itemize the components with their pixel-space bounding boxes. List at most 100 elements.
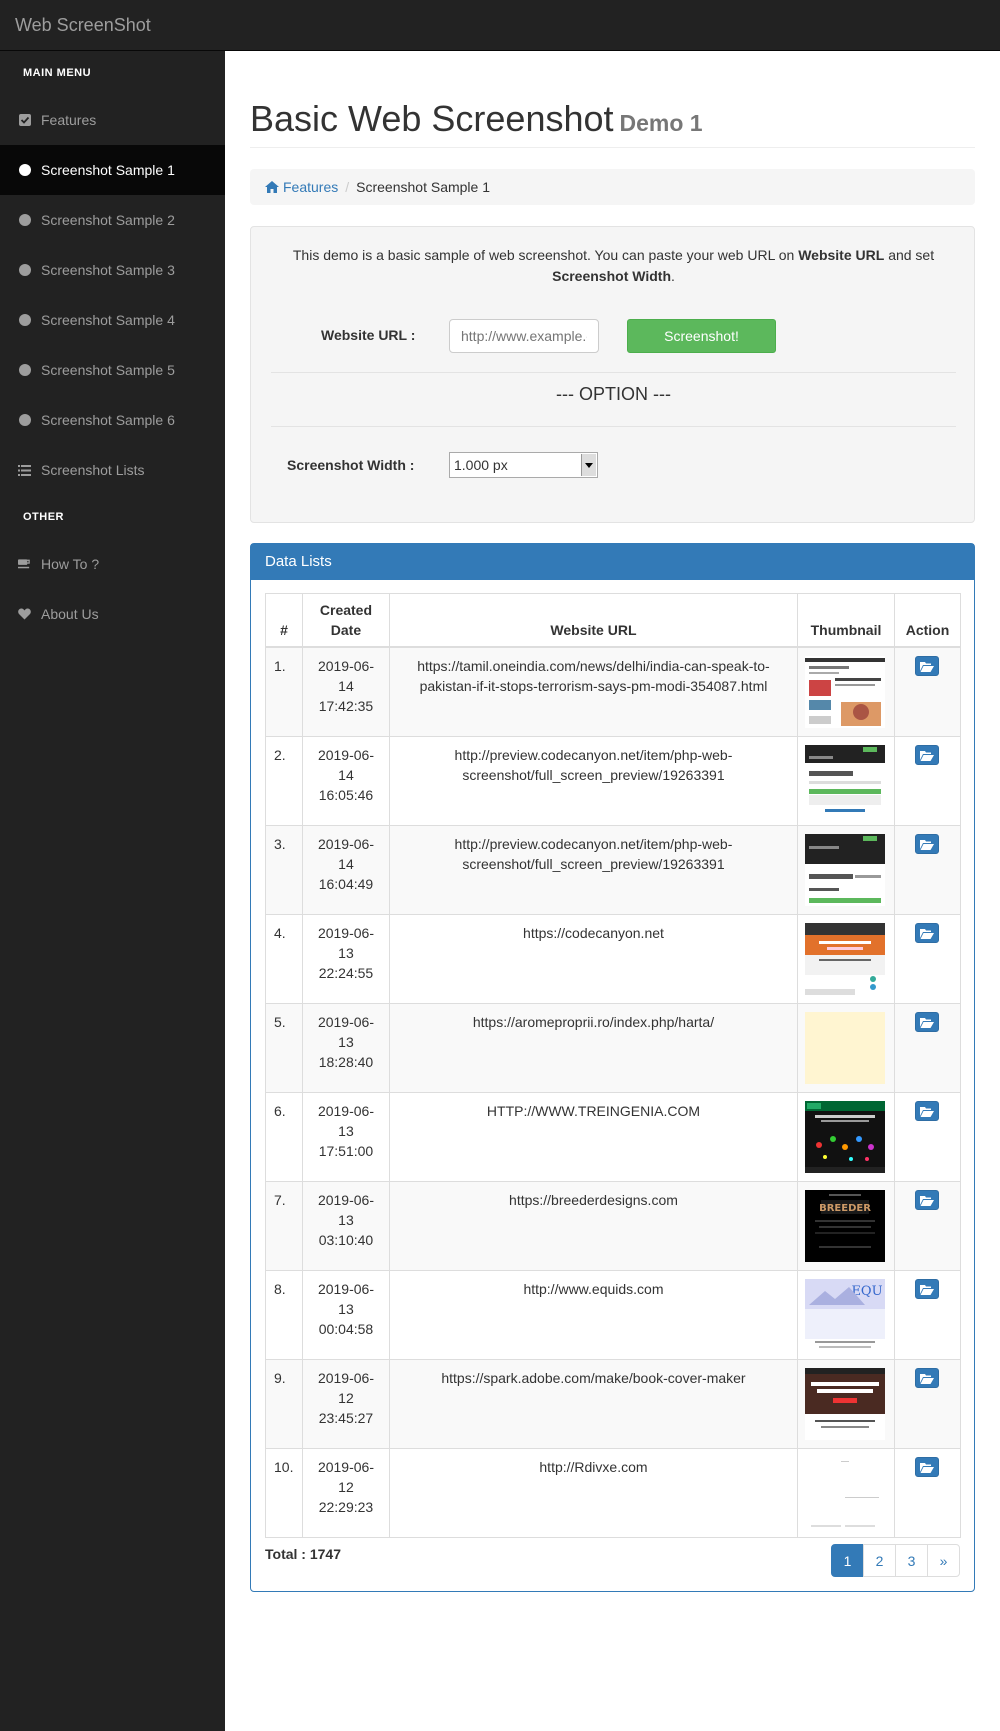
row-number: 8. bbox=[265, 1270, 303, 1360]
pagination-page-1[interactable]: 1 bbox=[831, 1544, 864, 1577]
thumbnail-image[interactable] bbox=[805, 1012, 885, 1084]
breadcrumb-home-link[interactable]: Features bbox=[265, 179, 338, 195]
row-created-date: 2019-06- 14 17:42:35 bbox=[301, 646, 390, 737]
sidebar-item-label: Screenshot Sample 2 bbox=[41, 212, 175, 228]
row-created-date: 2019-06- 13 03:10:40 bbox=[301, 1181, 390, 1271]
row-thumbnail[interactable]: EQU bbox=[797, 1270, 895, 1360]
thumbnail-image[interactable] bbox=[805, 656, 885, 728]
row-created-date: 2019-06- 13 22:24:55 bbox=[301, 914, 390, 1004]
folder-open-icon bbox=[920, 661, 935, 672]
breadcrumb-home-label: Features bbox=[283, 179, 339, 195]
open-folder-button[interactable] bbox=[915, 923, 940, 943]
open-folder-button[interactable] bbox=[915, 1190, 940, 1210]
row-website-url: http://www.equids.com bbox=[388, 1270, 799, 1360]
table-row: 10. 2019-06- 12 22:29:23 http://Rdivxe.com bbox=[265, 1448, 962, 1538]
open-folder-button[interactable] bbox=[915, 745, 940, 765]
row-website-url: http://preview.codecanyon.net/item/php-w… bbox=[388, 825, 799, 915]
row-website-url: https://codecanyon.net bbox=[388, 914, 799, 1004]
column-header-website-url: Website URL bbox=[388, 593, 799, 648]
sidebar-item-how-to[interactable]: How To ? bbox=[0, 539, 225, 589]
open-folder-button[interactable] bbox=[915, 656, 940, 676]
table-row: 6. 2019-06- 13 17:51:00 HTTP://WWW.TREINGENI… bbox=[265, 1092, 962, 1182]
date-part: 13 bbox=[338, 1301, 354, 1317]
row-number: 10. bbox=[265, 1448, 303, 1538]
thumbnail-image[interactable] bbox=[805, 1457, 885, 1529]
sidebar-item-screenshot-sample-6[interactable]: Screenshot Sample 6 bbox=[0, 395, 225, 445]
open-folder-button[interactable] bbox=[915, 834, 940, 854]
screenshot-button[interactable]: Screenshot! bbox=[627, 319, 776, 353]
date-part: 2019-06- bbox=[317, 1459, 374, 1475]
pagination-page-2[interactable]: 2 bbox=[863, 1544, 896, 1577]
row-thumbnail[interactable] bbox=[797, 914, 895, 1004]
screenshot-form: This demo is a basic sample of web scree… bbox=[250, 226, 975, 523]
folder-open-icon bbox=[920, 1462, 935, 1473]
thumbnail-image[interactable] bbox=[805, 834, 885, 906]
brand-title[interactable]: Web ScreenShot bbox=[15, 0, 151, 50]
row-number: 7. bbox=[265, 1181, 303, 1271]
row-action bbox=[893, 646, 962, 737]
sidebar-item-about-us[interactable]: About Us bbox=[0, 589, 225, 639]
row-thumbnail[interactable] bbox=[797, 646, 895, 737]
row-thumbnail[interactable] bbox=[797, 825, 895, 915]
list-icon bbox=[18, 464, 31, 477]
open-folder-button[interactable] bbox=[915, 1012, 940, 1032]
sidebar-item-label: Screenshot Lists bbox=[41, 462, 145, 478]
intro-bold-width: Screenshot Width bbox=[552, 268, 671, 284]
screenshot-width-select[interactable]: 1.000 px bbox=[449, 452, 598, 478]
screenshot-width-value: 1.000 px bbox=[454, 457, 508, 473]
date-part: 14 bbox=[338, 678, 354, 694]
thumbnail-image[interactable]: BREEDER bbox=[805, 1190, 885, 1262]
date-part: 2019-06- bbox=[317, 747, 374, 763]
sidebar-item-screenshot-sample-4[interactable]: Screenshot Sample 4 bbox=[0, 295, 225, 345]
row-thumbnail[interactable] bbox=[797, 1448, 895, 1538]
row-thumbnail[interactable] bbox=[797, 1359, 895, 1449]
thumbnail-image[interactable] bbox=[805, 1368, 885, 1440]
sidebar-item-screenshot-sample-2[interactable]: Screenshot Sample 2 bbox=[0, 195, 225, 245]
form-intro-text: This demo is a basic sample of web scree… bbox=[271, 245, 956, 287]
time-part: 18:28:40 bbox=[318, 1054, 374, 1070]
row-thumbnail[interactable] bbox=[797, 736, 895, 826]
time-part: 23:45:27 bbox=[318, 1410, 374, 1426]
page-subtitle: Demo 1 bbox=[619, 110, 703, 136]
row-website-url: http://preview.codecanyon.net/item/php-w… bbox=[388, 736, 799, 826]
open-folder-button[interactable] bbox=[915, 1101, 940, 1121]
page-header: Basic Web Screenshot Demo 1 bbox=[250, 98, 975, 148]
row-website-url: https://aromeproprii.ro/index.php/harta/ bbox=[388, 1003, 799, 1093]
sidebar-item-screenshot-sample-5[interactable]: Screenshot Sample 5 bbox=[0, 345, 225, 395]
date-part: 12 bbox=[338, 1390, 354, 1406]
sidebar-item-screenshot-lists[interactable]: Screenshot Lists bbox=[0, 445, 225, 495]
row-created-date: 2019-06- 14 16:05:46 bbox=[301, 736, 390, 826]
row-action bbox=[893, 1448, 962, 1538]
check-square-icon bbox=[18, 114, 31, 127]
sidebar-item-features[interactable]: Features bbox=[0, 95, 225, 145]
row-thumbnail[interactable] bbox=[797, 1092, 895, 1182]
row-number: 4. bbox=[265, 914, 303, 1004]
table-row: 5. 2019-06- 13 18:28:40 https://aromeproprii… bbox=[265, 1003, 962, 1093]
row-created-date: 2019-06- 12 23:45:27 bbox=[301, 1359, 390, 1449]
date-part: 14 bbox=[338, 767, 354, 783]
open-folder-button[interactable] bbox=[915, 1279, 940, 1299]
pagination-next[interactable]: » bbox=[927, 1544, 960, 1577]
website-url-input[interactable] bbox=[449, 319, 599, 353]
main-content: Basic Web Screenshot Demo 1 Features / Sc… bbox=[225, 51, 1000, 1731]
time-part: 00:04:58 bbox=[318, 1321, 374, 1337]
row-number: 6. bbox=[265, 1092, 303, 1182]
thumbnail-image[interactable]: EQU bbox=[805, 1279, 885, 1351]
pagination-page-3[interactable]: 3 bbox=[895, 1544, 928, 1577]
row-action bbox=[893, 1270, 962, 1360]
sidebar-item-label: Screenshot Sample 3 bbox=[41, 262, 175, 278]
sidebar-item-screenshot-sample-3[interactable]: Screenshot Sample 3 bbox=[0, 245, 225, 295]
sidebar-heading-main: MAIN MENU bbox=[23, 67, 92, 79]
open-folder-button[interactable] bbox=[915, 1368, 940, 1388]
row-number: 2. bbox=[265, 736, 303, 826]
thumbnail-image[interactable] bbox=[805, 923, 885, 995]
sidebar-item-label: Features bbox=[41, 112, 97, 128]
thumbnail-image[interactable] bbox=[805, 745, 885, 817]
open-folder-button[interactable] bbox=[915, 1457, 940, 1477]
dropdown-arrow-icon[interactable] bbox=[581, 454, 596, 476]
table-row: 8. 2019-06- 13 00:04:58 http://www.equids.co… bbox=[265, 1270, 962, 1360]
row-thumbnail[interactable] bbox=[797, 1003, 895, 1093]
sidebar-item-screenshot-sample-1[interactable]: Screenshot Sample 1 bbox=[0, 145, 225, 195]
row-thumbnail[interactable]: BREEDER bbox=[797, 1181, 895, 1271]
thumbnail-image[interactable] bbox=[805, 1101, 885, 1173]
